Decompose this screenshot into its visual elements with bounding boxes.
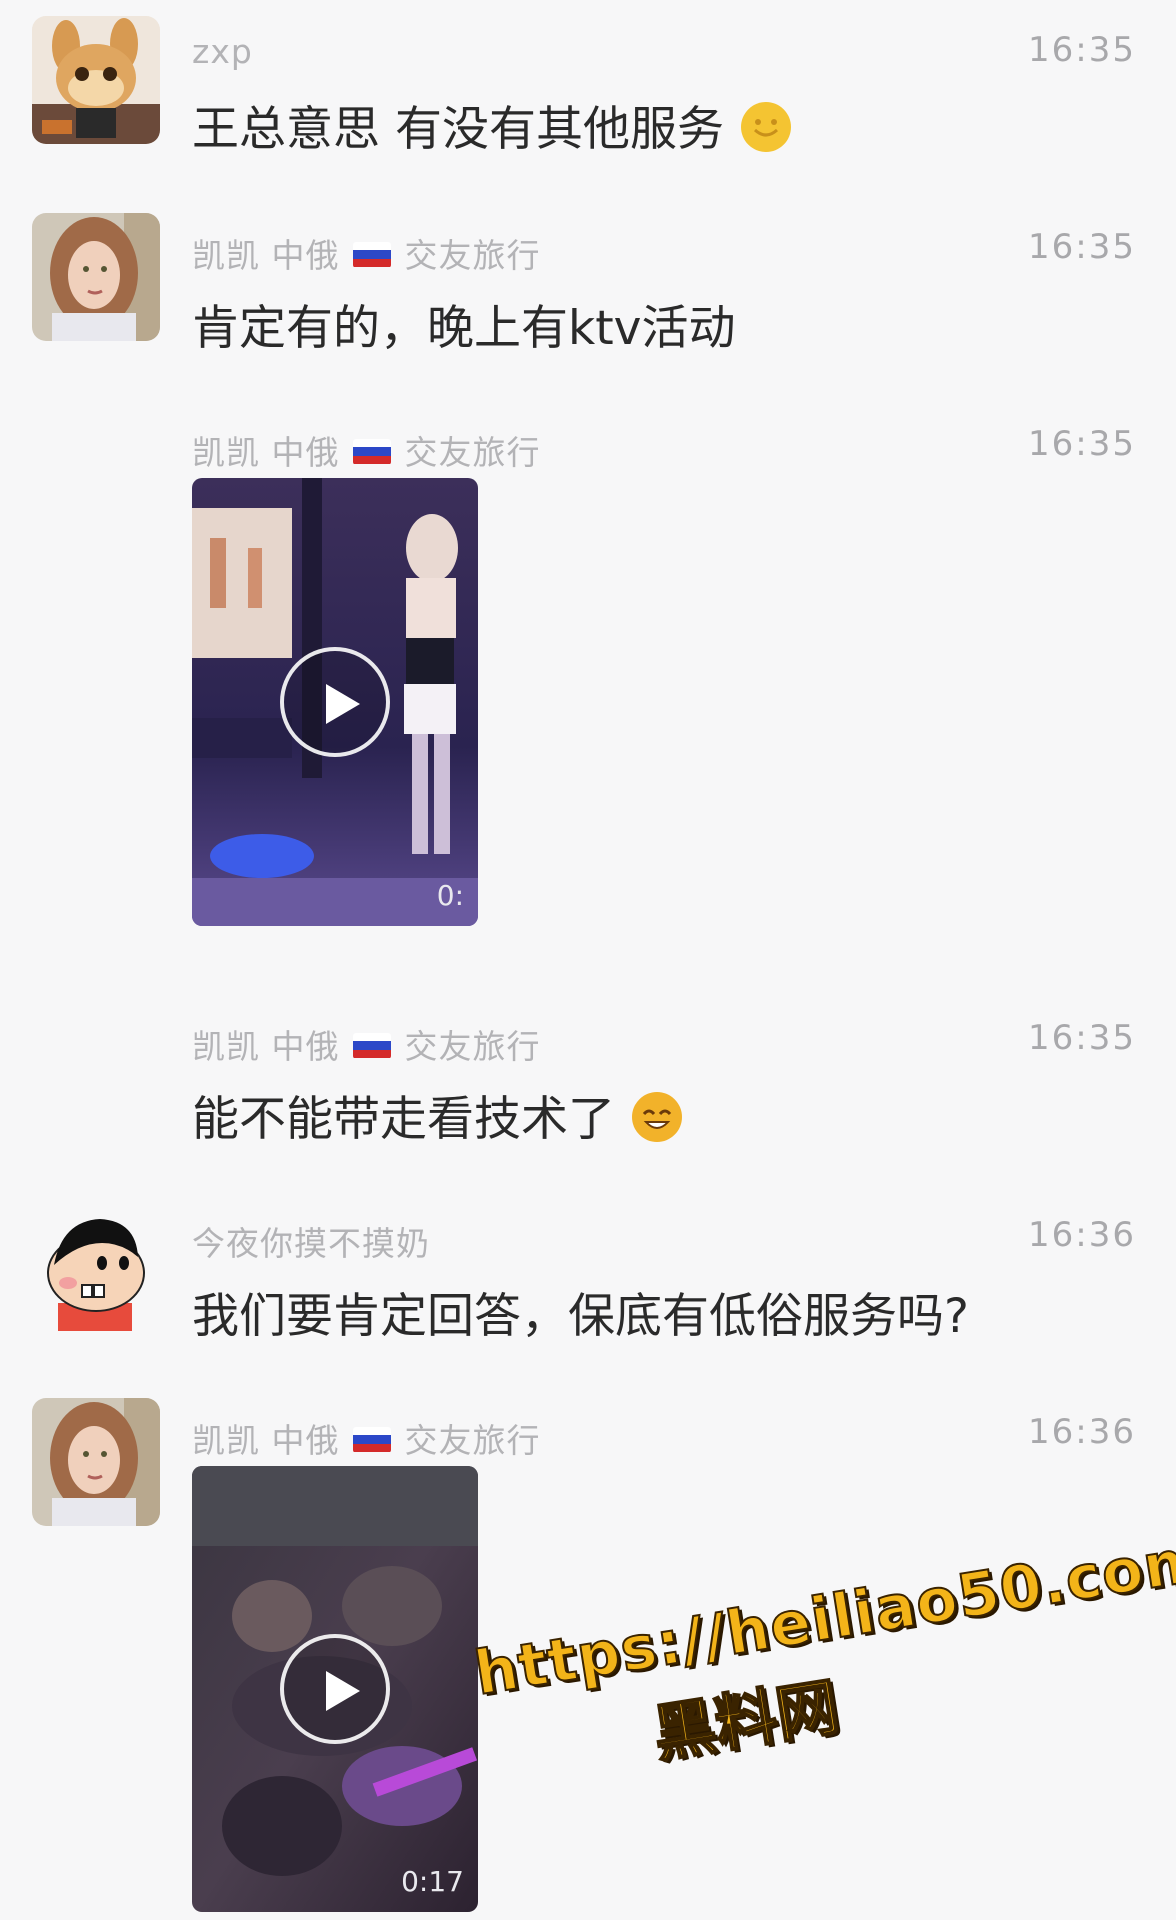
message-time: 16:35 xyxy=(1028,424,1136,464)
smile-face-emoji-icon xyxy=(739,100,793,166)
chat-message: 今夜你摸不摸奶 16:36 我们要肯定回答，保底有低俗服务吗? xyxy=(0,1201,1176,1351)
sender-name-prefix: 凯凯 中俄 xyxy=(192,1421,340,1460)
sender-name-suffix: 交友旅行 xyxy=(404,1421,541,1460)
message-time: 16:36 xyxy=(1028,1215,1136,1255)
sender-name-suffix: 交友旅行 xyxy=(404,433,541,472)
sender-name: zxp xyxy=(192,32,253,71)
avatar[interactable] xyxy=(32,16,160,144)
cartoon-boy-avatar-icon xyxy=(32,1203,160,1331)
sender-name-prefix: 凯凯 中俄 xyxy=(192,1027,340,1066)
sender-name-suffix: 交友旅行 xyxy=(404,236,541,275)
sender-name: 凯凯 中俄 交友旅行 xyxy=(192,229,541,277)
message-text[interactable]: 王总意思 有没有其他服务 xyxy=(192,90,793,166)
chat-message: 凯凯 中俄 交友旅行 16:35 肯定有的，晚上有ktv活动 xyxy=(0,213,1176,363)
sender-name-prefix: 凯凯 中俄 xyxy=(192,236,340,275)
video-message[interactable]: 0: xyxy=(192,478,478,926)
russia-flag-icon xyxy=(353,1032,391,1059)
sender-name: 凯凯 中俄 交友旅行 xyxy=(192,1414,541,1462)
avatar[interactable] xyxy=(32,213,160,341)
message-time: 16:35 xyxy=(1028,30,1136,70)
sender-name: 今夜你摸不摸奶 xyxy=(192,1224,430,1263)
message-text[interactable]: 我们要肯定回答，保底有低俗服务吗? xyxy=(192,1277,969,1346)
chat-message: 凯凯 中俄 交友旅行 16:35 能不能带走看技术了 xyxy=(0,1004,1176,1154)
sender-name: 凯凯 中俄 交友旅行 xyxy=(192,426,541,474)
sender-name: 凯凯 中俄 交友旅行 xyxy=(192,1020,541,1068)
russia-flag-icon xyxy=(353,1426,391,1453)
video-duration: 0: xyxy=(436,879,464,912)
sender-name-suffix: 交友旅行 xyxy=(404,1027,541,1066)
chat-message: zxp 16:35 王总意思 有没有其他服务 xyxy=(0,16,1176,166)
russia-flag-icon xyxy=(353,438,391,465)
avatar[interactable] xyxy=(32,1398,160,1526)
woman-portrait-avatar-icon xyxy=(32,213,160,341)
message-time: 16:36 xyxy=(1028,1412,1136,1452)
woman-portrait-avatar-icon xyxy=(32,1398,160,1526)
chat-message: 凯凯 中俄 交友旅行 16:35 0: xyxy=(0,410,1176,930)
message-text-content: 能不能带走看技术了 xyxy=(192,1092,615,1147)
sender-name-prefix: 凯凯 中俄 xyxy=(192,433,340,472)
message-time: 16:35 xyxy=(1028,227,1136,267)
video-duration: 0:17 xyxy=(401,1865,464,1898)
message-text[interactable]: 能不能带走看技术了 xyxy=(192,1080,684,1156)
russia-flag-icon xyxy=(353,241,391,268)
play-button[interactable] xyxy=(280,647,390,757)
avatar[interactable] xyxy=(32,1203,160,1331)
message-text[interactable]: 肯定有的，晚上有ktv活动 xyxy=(192,289,735,358)
message-text-content: 王总意思 有没有其他服务 xyxy=(192,102,724,157)
message-time: 16:35 xyxy=(1028,1018,1136,1058)
bunny-toy-avatar-icon xyxy=(32,16,160,144)
video-message[interactable]: 0:17 xyxy=(192,1466,478,1912)
grin-face-emoji-icon xyxy=(630,1090,684,1156)
